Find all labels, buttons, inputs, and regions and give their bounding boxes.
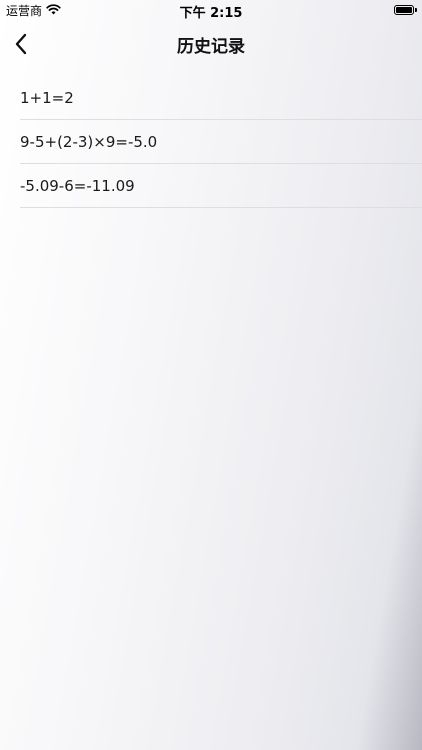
history-expression: 1+1=2 <box>20 88 74 107</box>
battery-level <box>396 7 412 13</box>
battery-icon <box>394 5 417 15</box>
navigation-bar: 历史记录 <box>0 22 422 66</box>
history-item[interactable]: 9-5+(2-3)×9=-5.0 <box>20 120 422 164</box>
history-item[interactable]: -5.09-6=-11.09 <box>20 164 422 208</box>
history-expression: -5.09-6=-11.09 <box>20 176 135 195</box>
status-bar: 运营商 下午 2:15 <box>0 0 422 22</box>
page-title: 历史记录 <box>177 37 245 57</box>
status-time: 下午 2:15 <box>179 6 243 21</box>
history-expression: 9-5+(2-3)×9=-5.0 <box>20 132 158 151</box>
history-item[interactable]: 1+1=2 <box>20 76 422 120</box>
history-list: 1+1=2 9-5+(2-3)×9=-5.0 -5.09-6=-11.09 <box>20 76 422 208</box>
